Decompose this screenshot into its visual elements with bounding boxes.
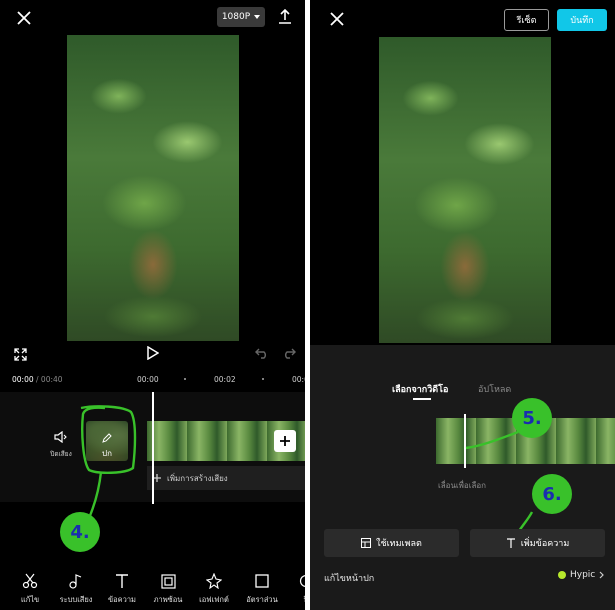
toolbar-effects[interactable]: เอฟเฟกต์ [194,572,234,606]
fullscreen-icon[interactable] [12,346,28,362]
cover-preview [379,37,551,343]
music-note-icon [69,574,82,589]
speaker-icon [54,430,67,444]
close-icon[interactable] [14,8,34,28]
ruler-mark: 00:0 [292,375,305,384]
mute-label: ปิดเสียง [50,450,72,458]
play-icon[interactable] [144,344,162,362]
effects-star-icon [206,573,222,589]
add-text-label: เพิ่มข้อความ [520,539,570,549]
plus-icon [280,436,290,446]
toolbar-label: เอฟเฟกต์ [199,595,229,604]
ruler-mark: 00:02 [214,375,236,384]
toolbar-label: อัตราส่วน [246,595,278,604]
edit-cover-label: แก้ไขหน้าปก [324,574,375,584]
caret-down-icon [254,15,261,19]
toolbar-label: ระบบเสียง [59,595,93,604]
step-badge-6: 6. [532,474,572,514]
toolbar-overlay[interactable]: ภาพซ้อน [148,572,188,606]
text-icon [506,538,515,548]
tab-upload[interactable]: อัปโหลด [478,382,511,396]
time-current: 00:00 [12,375,34,384]
export-icon[interactable] [276,7,294,27]
video-preview [67,35,239,341]
hypic-label: Hypic [570,570,596,580]
toolbar-label: แก้ไข [20,595,40,604]
step-badge-5: 5. [512,398,552,438]
resolution-label: 1080P [221,12,251,22]
toolbar-audio[interactable]: ระบบเสียง [56,572,96,606]
redo-icon[interactable] [281,345,297,361]
ruler-dot [262,378,264,380]
step-badge-4: 4. [60,512,100,552]
mute-button[interactable]: ปิดเสียง [46,428,76,459]
toolbar-label: ภาพซ้อน [153,595,183,604]
scissors-icon [22,573,38,589]
aspect-ratio-icon [255,574,269,588]
add-audio-label: เพิ่มการสร้างเสียง [167,473,228,483]
tab-indicator [413,398,431,400]
tab-select-from-video[interactable]: เลือกจากวิดีโอ [392,382,448,396]
time-readout: 00:00 / 00:40 [12,375,63,384]
toolbar-edit[interactable]: แก้ไข [10,572,50,606]
add-clip-button[interactable] [274,430,296,452]
use-template-label: ใช้เทมเพลต [376,539,422,549]
close-icon[interactable] [327,9,347,29]
hypic-link[interactable]: Hypic [558,570,605,580]
overlay-icon [160,573,176,589]
playhead[interactable] [152,392,154,504]
cover-edit-panel: รีเซ็ต บันทึก เลือกจากวิดีโอ อัปโหลด เลื… [310,0,615,610]
undo-icon[interactable] [254,345,270,361]
toolbar-aspect[interactable]: อัตราส่วน [242,572,282,606]
plus-icon [153,474,161,482]
ruler-dot [184,378,186,380]
ruler-mark: 00:00 [137,375,159,384]
template-icon [361,538,372,548]
use-template-button[interactable]: ใช้เทมเพลต [324,529,459,557]
resolution-dropdown[interactable]: 1080P [217,7,265,27]
hypic-logo-icon [558,571,566,579]
chevron-right-icon [599,571,605,579]
toolbar-label: ข้อความ [107,595,136,604]
time-total: / 00:40 [36,375,63,384]
toolbar-filter[interactable]: ฟิ [286,572,305,606]
filter-icon [299,574,305,588]
add-text-button[interactable]: เพิ่มข้อความ [470,529,605,557]
text-icon [116,574,128,588]
save-button[interactable]: บันทึก [557,9,607,31]
editor-panel: 1080P 00:00 / 00:40 00:00 00:02 00:0 ปิด… [0,0,305,610]
reset-button[interactable]: รีเซ็ต [504,9,549,31]
toolbar-label: ฟิ [286,594,305,606]
add-audio-track[interactable]: เพิ่มการสร้างเสียง [147,466,305,490]
toolbar-text[interactable]: ข้อความ [102,572,142,606]
